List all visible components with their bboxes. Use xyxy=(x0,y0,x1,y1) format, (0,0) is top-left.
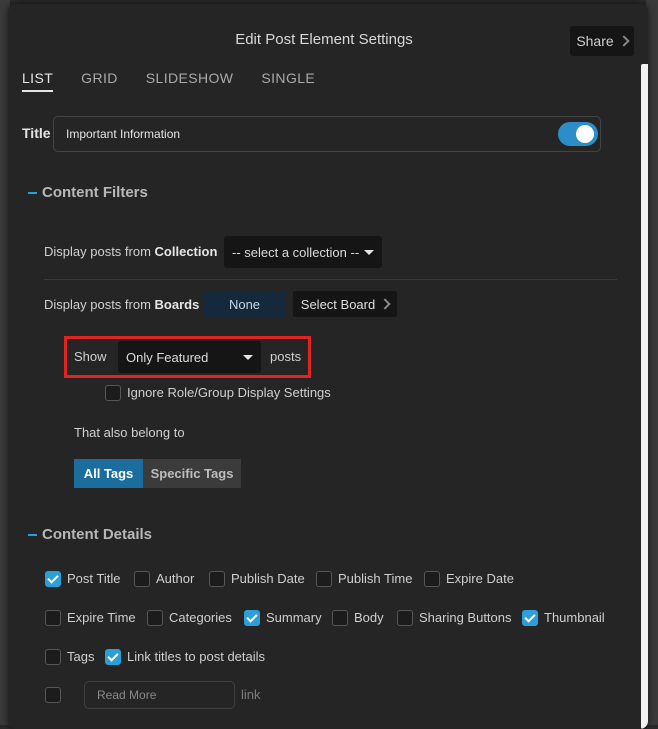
posts-label: posts xyxy=(270,349,302,364)
content-filters-header[interactable]: Content Filters xyxy=(28,184,148,201)
post-title-label: Post Title xyxy=(67,571,121,586)
boards-prefix: Display posts from xyxy=(44,297,155,312)
publish-date-checkbox[interactable] xyxy=(209,571,225,587)
chevron-right-icon xyxy=(379,298,391,310)
ignore-role-checkbox[interactable] xyxy=(105,385,121,401)
select-board-button[interactable]: Select Board xyxy=(293,291,397,317)
thumbnail-checkbox[interactable] xyxy=(522,610,538,626)
link-titles-checkbox[interactable] xyxy=(105,649,121,665)
thumbnail-label: Thumbnail xyxy=(544,610,605,625)
collection-row-label: Display posts from Collection xyxy=(44,244,217,259)
title-value: Important Information xyxy=(66,127,181,141)
specific-tags-button[interactable]: Specific Tags xyxy=(143,459,241,488)
also-belong-label: That also belong to xyxy=(74,425,185,440)
expire-time-checkbox[interactable] xyxy=(45,610,61,626)
tab-slideshow[interactable]: SLIDESHOW xyxy=(146,70,234,92)
link-label: link xyxy=(241,687,261,702)
collection-bold: Collection xyxy=(154,244,218,259)
modal-scrollbar[interactable] xyxy=(641,64,648,729)
expire-date-checkbox[interactable] xyxy=(424,571,440,587)
boards-bold: Boards xyxy=(154,297,200,312)
link-titles-label: Link titles to post details xyxy=(127,649,266,664)
settings-modal: Edit Post Element Settings Share LIST GR… xyxy=(8,4,648,729)
filters-divider xyxy=(44,279,617,280)
content-details-heading: Content Details xyxy=(42,526,153,543)
body-checkbox[interactable] xyxy=(332,610,348,626)
title-label: Title xyxy=(22,125,51,141)
expire-time-label: Expire Time xyxy=(67,610,136,625)
sharing-buttons-label: Sharing Buttons xyxy=(419,610,512,625)
publish-time-checkbox[interactable] xyxy=(316,571,332,587)
tab-single[interactable]: SINGLE xyxy=(261,70,315,92)
caret-down-icon xyxy=(243,355,253,360)
read-more-placeholder: Read More xyxy=(97,688,157,702)
collection-select[interactable]: -- select a collection -- xyxy=(224,236,382,268)
boards-none-value: None xyxy=(204,291,285,317)
summary-checkbox[interactable] xyxy=(244,610,260,626)
chevron-right-icon xyxy=(618,35,630,47)
show-label: Show xyxy=(74,349,107,364)
author-checkbox[interactable] xyxy=(134,571,150,587)
expire-date-label: Expire Date xyxy=(446,571,514,586)
tags-label: Tags xyxy=(67,649,95,664)
share-button[interactable]: Share xyxy=(570,26,634,56)
content-details-header[interactable]: Content Details xyxy=(28,526,152,543)
body-label: Body xyxy=(354,610,384,625)
view-tabs: LIST GRID SLIDESHOW SINGLE xyxy=(22,70,315,92)
title-visibility-toggle[interactable] xyxy=(558,122,598,146)
show-select[interactable]: Only Featured xyxy=(118,341,261,373)
select-board-label: Select Board xyxy=(300,296,376,312)
boards-row-label: Display posts from Boards xyxy=(44,297,199,312)
tab-list[interactable]: LIST xyxy=(22,70,54,92)
ignore-role-label: Ignore Role/Group Display Settings xyxy=(127,385,331,400)
tab-grid[interactable]: GRID xyxy=(81,70,118,92)
sharing-buttons-checkbox[interactable] xyxy=(397,610,413,626)
collapse-minus-icon xyxy=(28,191,37,194)
author-label: Author xyxy=(156,571,195,586)
title-input[interactable]: Important Information xyxy=(53,116,601,152)
categories-label: Categories xyxy=(169,610,232,625)
toggle-knob xyxy=(576,125,594,143)
content-filters-heading: Content Filters xyxy=(42,184,148,201)
categories-checkbox[interactable] xyxy=(147,610,163,626)
publish-time-label: Publish Time xyxy=(338,571,413,586)
modal-title: Edit Post Element Settings xyxy=(235,31,413,48)
publish-date-label: Publish Date xyxy=(231,571,305,586)
read-more-input[interactable]: Read More xyxy=(84,681,235,709)
post-title-checkbox[interactable] xyxy=(45,571,61,587)
summary-label: Summary xyxy=(266,610,322,625)
caret-down-icon xyxy=(364,250,374,255)
collection-prefix: Display posts from xyxy=(44,244,155,259)
tags-checkbox[interactable] xyxy=(45,649,61,665)
read-more-checkbox[interactable] xyxy=(45,687,61,703)
all-tags-button[interactable]: All Tags xyxy=(74,459,143,488)
show-select-value: Only Featured xyxy=(126,349,209,365)
collapse-minus-icon xyxy=(28,533,37,536)
collection-select-value: -- select a collection -- xyxy=(232,244,360,260)
share-label: Share xyxy=(576,33,614,49)
